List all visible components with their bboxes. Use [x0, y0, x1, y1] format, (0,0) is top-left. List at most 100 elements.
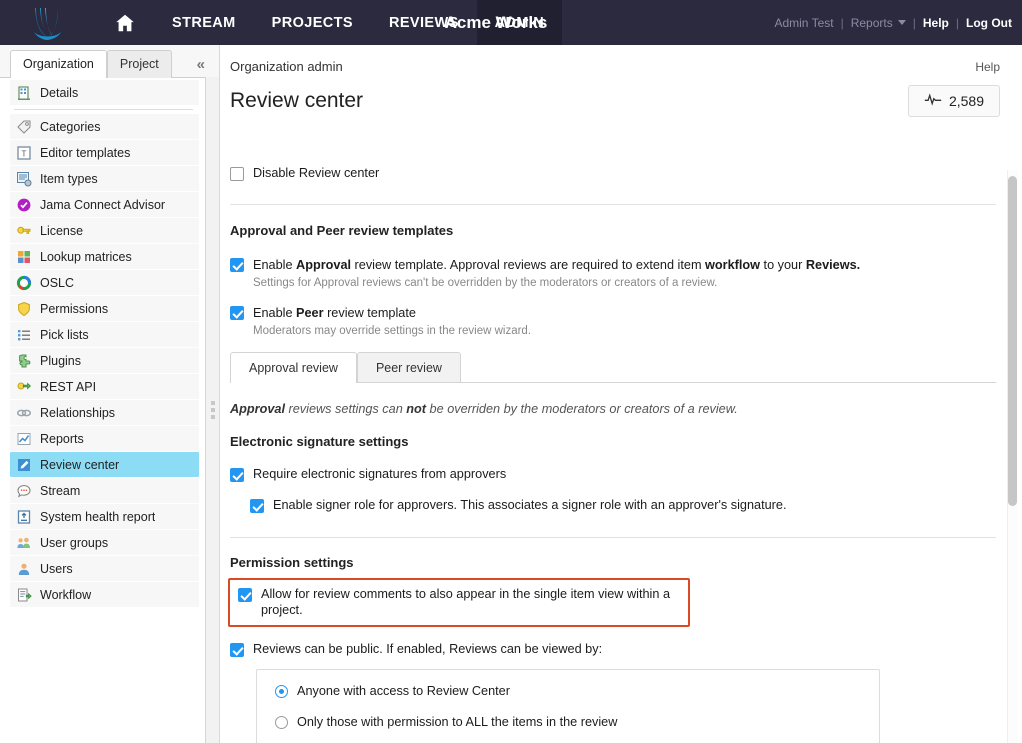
chain-link-icon [16, 405, 32, 421]
enable-peer-template-label: Enable Peer review template [253, 306, 416, 320]
nav-item-admin[interactable]: ADMIN [477, 0, 563, 45]
tag-icon [16, 119, 32, 135]
visibility-option-anyone-radio[interactable] [275, 685, 288, 698]
require-esig-checkbox[interactable] [230, 468, 244, 482]
rest-api-icon [16, 379, 32, 395]
chevron-down-icon[interactable] [898, 20, 906, 25]
sidebar-item-users[interactable]: Users [10, 556, 199, 581]
chart-icon [16, 431, 32, 447]
sidebar-item-label: Lookup matrices [40, 250, 132, 264]
sidebar-item-label: Plugins [40, 354, 81, 368]
disable-review-center-label: Disable Review center [253, 165, 379, 181]
enable-approval-template-checkbox[interactable] [230, 258, 244, 272]
tab-approval-review[interactable]: Approval review [230, 352, 357, 383]
review-comments-checkbox[interactable] [238, 588, 252, 602]
sidebar-item-license[interactable]: License [10, 218, 199, 243]
sidebar-item-jama-connect-advisor[interactable]: Jama Connect Advisor [10, 192, 199, 217]
home-icon[interactable] [96, 0, 154, 45]
require-esig-label: Require electronic signatures from appro… [253, 466, 506, 482]
sidebar-item-stream[interactable]: Stream [10, 478, 199, 503]
sidebar-item-rest-api[interactable]: REST API [10, 374, 199, 399]
advisor-badge-icon [16, 197, 32, 213]
logout-link[interactable]: Log Out [966, 16, 1012, 30]
sidebar-splitter-handle[interactable] [205, 77, 219, 743]
enable-approval-template-label: Enable Approval review template. Approva… [253, 258, 860, 272]
sidebar-item-label: REST API [40, 380, 96, 394]
enable-peer-template-row[interactable]: Enable Peer review template Moderators m… [230, 304, 996, 338]
page-help-link[interactable]: Help [975, 60, 1000, 74]
collapse-sidebar-icon[interactable]: « [197, 57, 205, 77]
svg-text:T: T [22, 149, 27, 158]
tab-peer-review[interactable]: Peer review [357, 352, 461, 383]
building-icon [16, 85, 32, 101]
main-header: Organization admin Help Review center 2,… [220, 45, 1022, 117]
sidebar-item-label: Categories [40, 120, 100, 134]
signer-role-checkbox[interactable] [250, 499, 264, 513]
divider-1 [230, 204, 996, 205]
sidebar-tab-strip: Organization Project « [0, 45, 219, 77]
require-esig-row[interactable]: Require electronic signatures from appro… [230, 466, 996, 482]
help-link[interactable]: Help [923, 16, 949, 30]
user-name-label[interactable]: Admin Test [774, 16, 833, 30]
nav-item-stream[interactable]: STREAM [154, 0, 254, 45]
signer-role-row[interactable]: Enable signer role for approvers. This a… [250, 497, 996, 513]
reviews-public-checkbox[interactable] [230, 643, 244, 657]
sidebar-item-details[interactable]: Details [10, 80, 199, 105]
visibility-radio-group: Anyone with access to Review Center Only… [256, 669, 880, 743]
grip-dots-icon [211, 401, 215, 419]
review-comments-label: Allow for review comments to also appear… [261, 586, 680, 618]
jama-logo[interactable] [0, 0, 96, 45]
sidebar-item-workflow[interactable]: Workflow [10, 582, 199, 607]
sidebar-item-label: OSLC [40, 276, 74, 290]
main-content: Organization admin Help Review center 2,… [220, 45, 1022, 743]
enable-peer-template-checkbox[interactable] [230, 306, 244, 320]
sidebar-item-user-groups[interactable]: User groups [10, 530, 199, 555]
review-comments-row[interactable]: Allow for review comments to also appear… [238, 586, 680, 618]
separator-3: | [956, 16, 959, 30]
nav-item-projects[interactable]: PROJECTS [254, 0, 371, 45]
sidebar-item-editor-templates[interactable]: TEditor templates [10, 140, 199, 165]
sidebar-item-relationships[interactable]: Relationships [10, 400, 199, 425]
sidebar-item-lookup-matrices[interactable]: Lookup matrices [10, 244, 199, 269]
sidebar-item-label: Review center [40, 458, 119, 472]
scrollbar-thumb[interactable] [1008, 176, 1017, 506]
visibility-option-permitted-radio[interactable] [275, 716, 288, 729]
sidebar-item-item-types[interactable]: Item types [10, 166, 199, 191]
reviews-public-row[interactable]: Reviews can be public. If enabled, Revie… [230, 641, 996, 657]
sidebar-item-permissions[interactable]: Permissions [10, 296, 199, 321]
reports-menu[interactable]: Reports [851, 16, 893, 30]
sidebar-item-label: License [40, 224, 83, 238]
matrix-icon [16, 249, 32, 265]
activity-count-value: 2,589 [949, 93, 984, 109]
visibility-option-permitted-row[interactable]: Only those with permission to ALL the it… [275, 714, 861, 730]
sidebar-item-reports[interactable]: Reports [10, 426, 199, 451]
puzzle-icon [16, 353, 32, 369]
sidebar-item-review-center[interactable]: Review center [10, 452, 199, 477]
separator-1: | [841, 16, 844, 30]
user-groups-icon [16, 535, 32, 551]
sidebar-item-system-health-report[interactable]: System health report [10, 504, 199, 529]
activity-count-badge[interactable]: 2,589 [908, 85, 1000, 117]
sidebar-item-pick-lists[interactable]: Pick lists [10, 322, 199, 347]
visibility-option-anyone-row[interactable]: Anyone with access to Review Center [275, 683, 861, 699]
enable-approval-template-row[interactable]: Enable Approval review template. Approva… [230, 256, 996, 290]
disable-review-center-checkbox[interactable] [230, 167, 244, 181]
sidebar-tab-project[interactable]: Project [107, 50, 172, 78]
sidebar-item-label: Permissions [40, 302, 108, 316]
sidebar-item-oslc[interactable]: OSLC [10, 270, 199, 295]
sidebar-item-plugins[interactable]: Plugins [10, 348, 199, 373]
sidebar-item-label: Reports [40, 432, 84, 446]
enable-peer-template-subtext: Moderators may override settings in the … [253, 324, 531, 338]
nav-item-reviews[interactable]: REVIEWS [371, 0, 477, 45]
sidebar-tab-organization[interactable]: Organization [10, 50, 107, 78]
sidebar-item-label: Users [40, 562, 73, 576]
reviews-public-label: Reviews can be public. If enabled, Revie… [253, 641, 602, 657]
shield-icon [16, 301, 32, 317]
page-title: Review center [230, 89, 363, 113]
disable-review-center-row[interactable]: Disable Review center [230, 165, 996, 181]
override-note: Approval reviews settings can not be ove… [230, 402, 996, 416]
review-type-tab-strip: Approval review Peer review [230, 352, 996, 383]
list-icon [16, 327, 32, 343]
main-vertical-scrollbar[interactable] [1006, 170, 1022, 743]
sidebar-item-categories[interactable]: Categories [10, 114, 199, 139]
